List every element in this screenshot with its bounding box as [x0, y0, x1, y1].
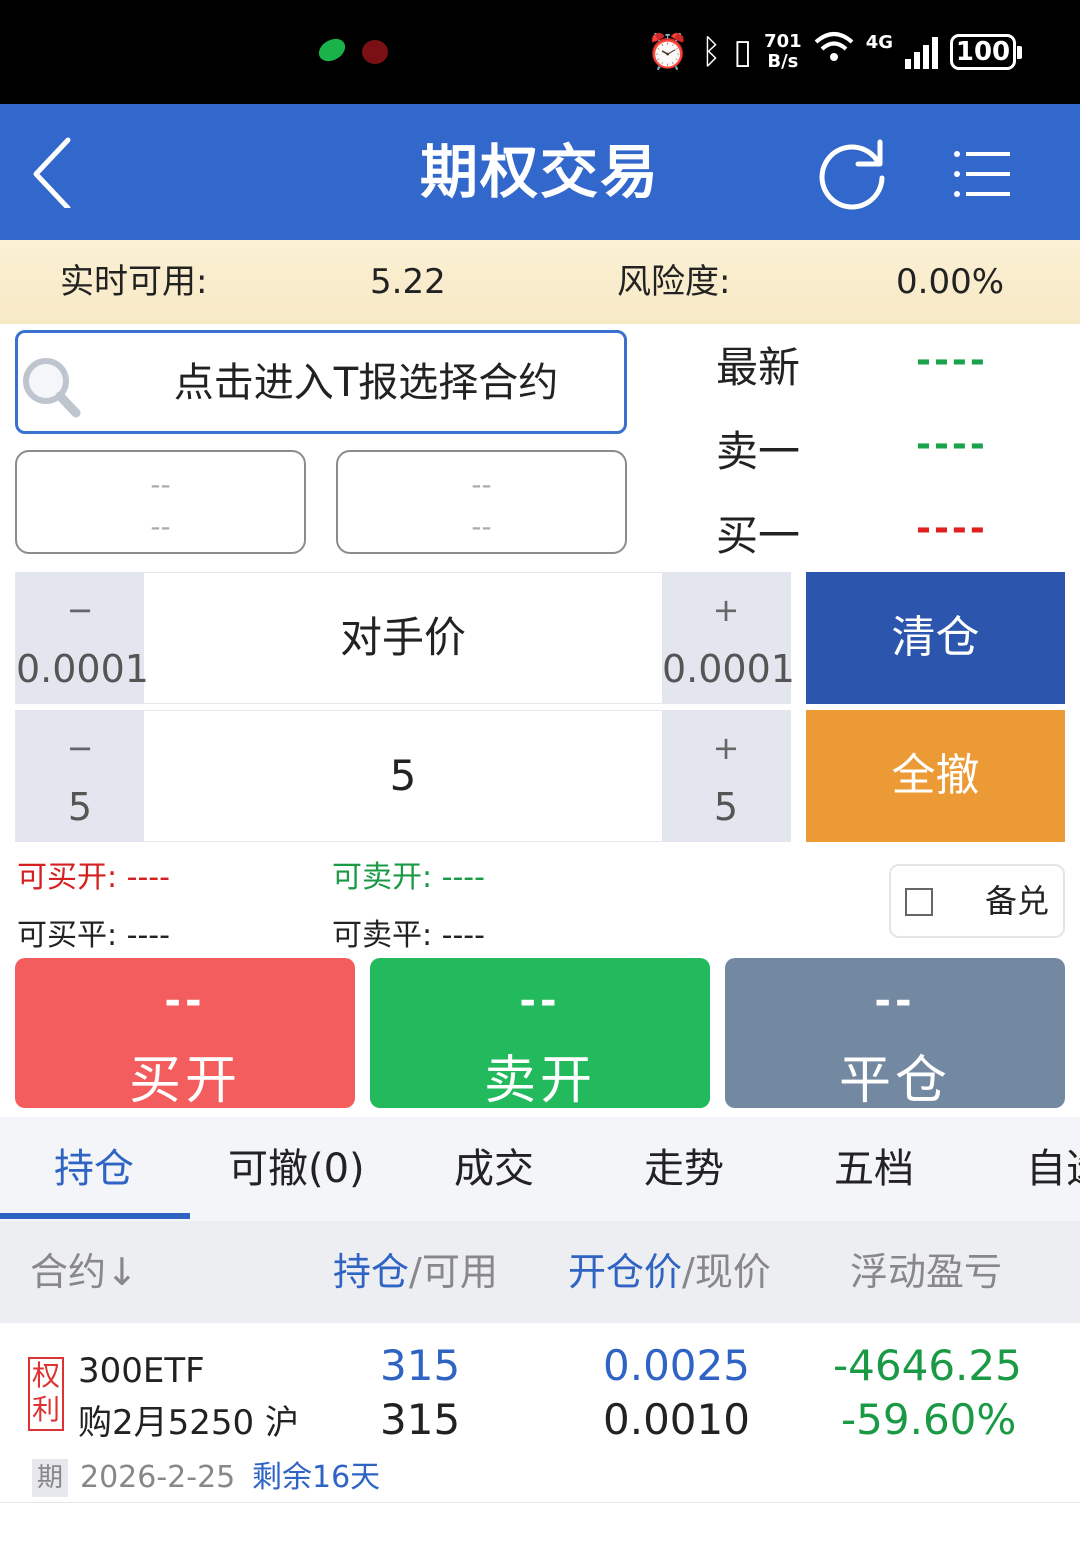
risk-value: 0.00%: [896, 262, 1005, 302]
risk-label: 风险度:: [617, 262, 731, 302]
contract-underlying: 300ETF: [78, 1351, 205, 1391]
tab-watchlist[interactable]: 自选: [1026, 1117, 1080, 1221]
wifi-icon: [814, 30, 854, 75]
refresh-icon[interactable]: [814, 138, 890, 214]
quote-ask1-value: ----: [916, 424, 988, 465]
pnl-value: -4646.25: [833, 1341, 1022, 1390]
tab-cancelable[interactable]: 可撤(0): [228, 1117, 365, 1221]
contract-search-label: 点击进入T报选择合约: [173, 360, 559, 406]
active-tab-indicator: [0, 1213, 190, 1219]
status-bar: ⏰ ᛒ ▯ 701 B/s 4G 100: [0, 0, 1080, 104]
menu-icon[interactable]: [952, 144, 1012, 204]
tab-bar: 持仓 可撤(0) 成交 走势 五档 自选: [0, 1117, 1080, 1221]
quantity-input[interactable]: 5: [144, 711, 662, 841]
tab-trades[interactable]: 成交: [454, 1117, 534, 1221]
bluetooth-icon: ᛒ: [700, 32, 722, 72]
contract-dropdown-right[interactable]: -- --: [336, 450, 627, 554]
app-notification-icon: [362, 40, 388, 64]
buy-close-available: 可买平: ----: [17, 918, 170, 953]
checkbox-icon: [905, 888, 933, 916]
col-contract[interactable]: 合约↓: [30, 1221, 138, 1323]
page-title: 期权交易: [419, 138, 660, 206]
rights-tag: 权利: [28, 1357, 64, 1431]
covered-checkbox[interactable]: 备兑: [889, 864, 1065, 938]
price-input[interactable]: 对手价: [144, 573, 662, 703]
quote-ask1-label: 卖一: [716, 427, 801, 476]
tab-trend[interactable]: 走势: [644, 1117, 724, 1221]
expiry-date: 2026-2-25: [80, 1460, 236, 1495]
account-info-bar: 实时可用: 5.22 风险度: 0.00%: [0, 240, 1080, 324]
contract-search-button[interactable]: 点击进入T报选择合约: [15, 330, 627, 434]
days-remaining: 剩余16天: [252, 1460, 381, 1495]
vibrate-icon: ▯: [733, 32, 753, 72]
quantity-increment-button[interactable]: + 5: [662, 711, 790, 841]
available-label: 实时可用:: [60, 262, 208, 302]
quantity-stepper: − 5 5 + 5: [15, 710, 791, 842]
price-stepper: − 0.0001 对手价 + 0.0001: [15, 572, 795, 704]
sell-open-available: 可卖开: ----: [332, 860, 485, 895]
tab-depth[interactable]: 五档: [834, 1117, 914, 1221]
app-notification-icon: [314, 34, 350, 66]
tab-positions[interactable]: 持仓: [54, 1117, 134, 1221]
quote-latest-value: ----: [916, 340, 988, 381]
status-icons: ⏰ ᛒ ▯ 701 B/s 4G 100: [646, 30, 1022, 75]
contract-name: 购2月5250 沪: [78, 1403, 299, 1443]
buy-open-available: 可买开: ----: [17, 860, 170, 895]
quote-bid1-value: ----: [916, 508, 988, 549]
sell-open-button[interactable]: -- 卖开: [370, 958, 710, 1111]
available-value: 315: [380, 1395, 461, 1444]
col-position: 持仓/可用: [333, 1250, 498, 1294]
back-icon[interactable]: [28, 136, 100, 211]
alarm-icon: ⏰: [646, 32, 689, 72]
buy-open-button[interactable]: -- 买开: [15, 958, 355, 1111]
table-row[interactable]: 权利 300ETF 购2月5250 沪 315 315 0.0025 0.001…: [0, 1323, 1080, 1503]
quote-bid1-label: 买一: [716, 511, 801, 560]
open-price-value: 0.0025: [603, 1341, 750, 1390]
price-decrement-button[interactable]: − 0.0001: [16, 573, 149, 703]
current-price-value: 0.0010: [603, 1395, 750, 1444]
network-speed: 701 B/s: [764, 31, 802, 72]
col-price: 开仓价/现价: [568, 1250, 771, 1294]
quantity-decrement-button[interactable]: − 5: [16, 711, 144, 841]
col-pnl: 浮动盈亏: [850, 1250, 1003, 1294]
app-header: 期权交易: [0, 104, 1080, 240]
available-value: 5.22: [370, 262, 446, 302]
holding-value: 315: [380, 1341, 461, 1390]
network-type: 4G: [865, 31, 893, 53]
price-increment-button[interactable]: + 0.0001: [662, 573, 795, 703]
cancel-all-button[interactable]: 全撤: [806, 710, 1065, 842]
close-position-button[interactable]: -- 平仓: [725, 958, 1065, 1111]
search-icon: [18, 351, 94, 427]
close-all-button[interactable]: 清仓: [806, 572, 1065, 704]
signal-icon: [905, 35, 938, 69]
contract-dropdown-left[interactable]: -- --: [15, 450, 306, 554]
battery-icon: 100: [950, 34, 1022, 70]
sell-close-available: 可卖平: ----: [332, 918, 485, 953]
pnl-percent: -59.60%: [841, 1395, 1017, 1444]
positions-table-header: 合约↓ 持仓/可用 开仓价/现价 浮动盈亏: [0, 1221, 1080, 1323]
covered-label: 备兑: [985, 882, 1050, 920]
quote-latest-label: 最新: [716, 343, 801, 392]
expiry-tag: 期: [32, 1459, 68, 1497]
